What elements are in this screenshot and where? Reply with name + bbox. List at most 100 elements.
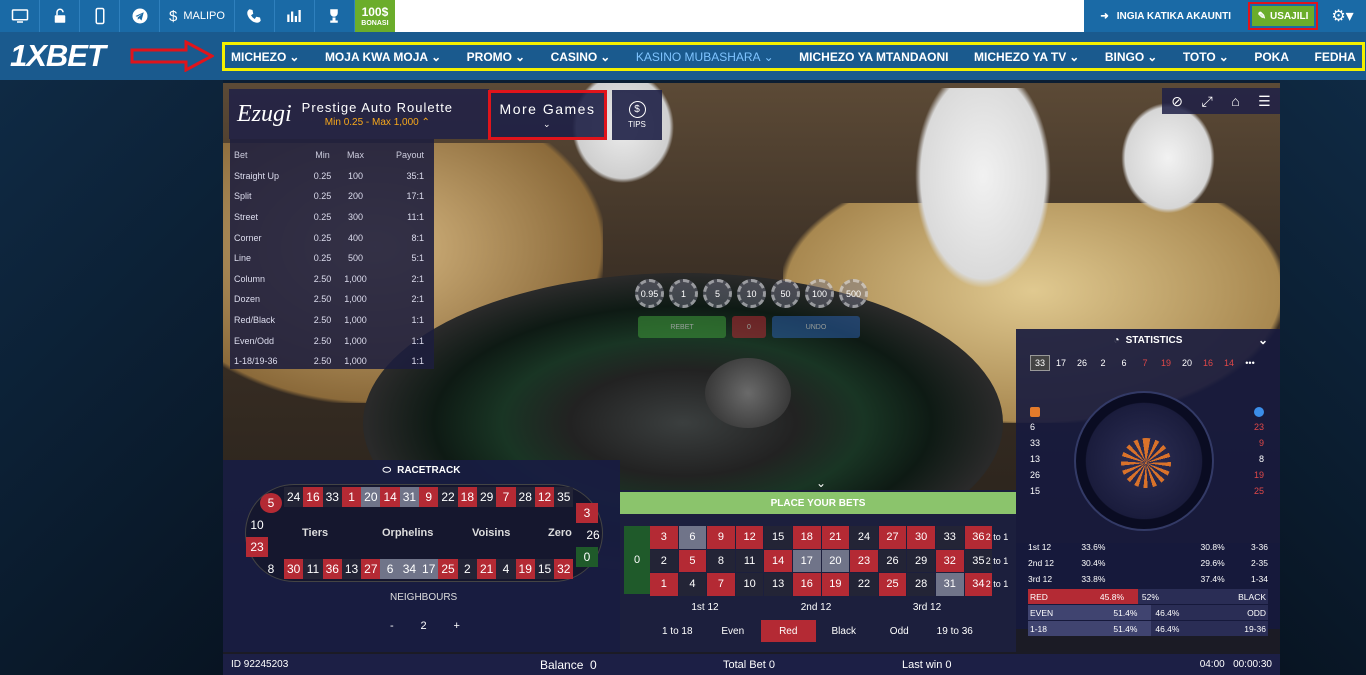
bet-number[interactable]: 31	[935, 573, 964, 596]
racetrack-number[interactable]: 17	[419, 559, 439, 579]
racetrack-number[interactable]: 4	[496, 559, 516, 579]
menu-icon[interactable]: ☰	[1258, 93, 1271, 110]
bet-black[interactable]: Black	[816, 620, 871, 642]
column-bet[interactable]: 2 to 1	[982, 573, 1012, 596]
racetrack-number[interactable]: 5	[260, 493, 282, 513]
bet-number[interactable]: 5	[678, 549, 707, 573]
chip-50[interactable]: 50	[771, 279, 800, 308]
nav-item-casino[interactable]: CASINO ⌄	[551, 50, 611, 64]
racetrack-number[interactable]: 30	[284, 559, 304, 579]
trophy-icon[interactable]	[315, 0, 355, 32]
racetrack-number[interactable]: 18	[457, 487, 477, 507]
nav-item-bingo[interactable]: BINGO ⌄	[1105, 50, 1157, 64]
bet-red[interactable]: Red	[761, 620, 816, 642]
rebet-button[interactable]: REBET	[638, 316, 726, 338]
bonus-button[interactable]: 100$ BONASI	[354, 0, 395, 32]
racetrack-number[interactable]: 29	[476, 487, 497, 507]
nav-item-fedha[interactable]: FEDHA	[1315, 50, 1356, 64]
chip-500[interactable]: 500	[839, 279, 868, 308]
statistics-header[interactable]: ◔ STATISTICS ⌄	[1016, 329, 1280, 351]
neighbours-plus-button[interactable]: +	[454, 620, 460, 632]
more-icon[interactable]: •••	[1240, 355, 1260, 371]
racetrack-number[interactable]: 31	[399, 487, 420, 507]
neighbours-minus-button[interactable]: -	[390, 620, 394, 632]
nav-item-michezo[interactable]: MICHEZO ⌄	[231, 50, 299, 64]
column-bet[interactable]: 2 to 1	[982, 550, 1012, 573]
chip-5[interactable]: 5	[703, 279, 732, 308]
chevron-down-icon[interactable]: ⌄	[816, 476, 826, 490]
racetrack-number[interactable]: 12	[534, 487, 555, 507]
racetrack-number[interactable]: 2	[457, 559, 477, 579]
section-voisins[interactable]: Voisins	[472, 527, 510, 539]
bet-number[interactable]: 3	[650, 526, 678, 549]
nav-item-promo[interactable]: PROMO ⌄	[467, 50, 525, 64]
settings-gear-icon[interactable]: ⚙▾	[1319, 0, 1366, 32]
racetrack-number[interactable]: 35	[554, 487, 574, 507]
bet-number[interactable]: 13	[764, 573, 792, 596]
section-orphelins[interactable]: Orphelins	[382, 527, 433, 539]
bet-number[interactable]: 24	[850, 526, 878, 549]
racetrack-number[interactable]: 14	[380, 487, 400, 507]
bet-number[interactable]: 17	[792, 549, 821, 573]
racetrack-number[interactable]: 0	[576, 547, 598, 567]
home-icon[interactable]: ⌂	[1231, 93, 1239, 109]
racetrack-number[interactable]: 21	[476, 559, 497, 579]
phone-icon[interactable]	[235, 0, 275, 32]
racetrack-number[interactable]: 16	[303, 487, 323, 507]
bet-number[interactable]: 25	[878, 573, 907, 596]
nav-item-moja-kwa-moja[interactable]: MOJA KWA MOJA ⌄	[325, 50, 441, 64]
bet-number[interactable]: 19	[821, 573, 850, 596]
racetrack-number[interactable]: 26	[582, 525, 604, 545]
desktop-icon[interactable]	[0, 0, 40, 32]
chip-0.95[interactable]: 0.95	[635, 279, 664, 308]
bet-number[interactable]: 33	[935, 526, 964, 549]
dozen-bet-3rd[interactable]: 3rd 12	[872, 596, 982, 618]
lock-icon[interactable]	[40, 0, 80, 32]
mute-icon[interactable]: ⊘	[1171, 93, 1183, 110]
bet-number[interactable]: 2	[650, 549, 678, 573]
racetrack-number[interactable]: 6	[380, 559, 400, 579]
racetrack-number[interactable]: 25	[438, 559, 458, 579]
racetrack-number[interactable]: 15	[534, 559, 555, 579]
racetrack-number[interactable]: 3	[576, 503, 598, 523]
chip-1[interactable]: 1	[669, 279, 698, 308]
racetrack-number[interactable]: 27	[361, 559, 381, 579]
racetrack-number[interactable]: 20	[361, 487, 381, 507]
fullscreen-icon[interactable]: ⤢	[1201, 93, 1212, 110]
racetrack-number[interactable]: 23	[246, 537, 268, 557]
section-zero[interactable]: Zero	[548, 527, 572, 539]
bet-number[interactable]: 26	[878, 549, 907, 573]
bet-number[interactable]: 7	[707, 573, 735, 596]
bet-number[interactable]: 4	[678, 573, 707, 596]
bet-number[interactable]: 9	[707, 526, 735, 549]
bet-19-to-36[interactable]: 19 to 36	[927, 620, 982, 642]
register-button[interactable]: ✎ USAJILI	[1251, 6, 1315, 26]
site-logo[interactable]: 1XBET	[10, 38, 106, 74]
bet-number[interactable]: 6	[678, 526, 707, 549]
racetrack-number[interactable]: 34	[399, 559, 420, 579]
telegram-icon[interactable]	[120, 0, 160, 32]
bet-even[interactable]: Even	[705, 620, 760, 642]
chip-100[interactable]: 100	[805, 279, 834, 308]
racetrack-number[interactable]: 11	[303, 559, 323, 579]
bet-number[interactable]: 29	[907, 549, 935, 573]
bet-number[interactable]: 32	[935, 549, 964, 573]
bet-number[interactable]: 20	[821, 549, 850, 573]
racetrack-number[interactable]: 36	[322, 559, 342, 579]
game-info[interactable]: Prestige Auto Roulette Min 0.25 - Max 1,…	[302, 100, 453, 128]
nav-item-kasino-mubashara[interactable]: KASINO MUBASHARA ⌄	[636, 50, 774, 64]
bet-number[interactable]: 10	[735, 573, 764, 596]
statistics-icon[interactable]	[275, 0, 315, 32]
bet-number[interactable]: 15	[764, 526, 792, 549]
bet-number[interactable]: 14	[764, 549, 792, 573]
bet-number[interactable]: 28	[907, 573, 935, 596]
chip-10[interactable]: 10	[737, 279, 766, 308]
column-bet[interactable]: 2 to 1	[982, 526, 1012, 549]
nav-item-toto[interactable]: TOTO ⌄	[1183, 50, 1229, 64]
section-tiers[interactable]: Tiers	[302, 527, 328, 539]
bet-number[interactable]: 8	[707, 549, 735, 573]
racetrack-number[interactable]: 28	[515, 487, 535, 507]
racetrack-number[interactable]: 22	[438, 487, 458, 507]
mobile-icon[interactable]	[80, 0, 120, 32]
dozen-bet-1st[interactable]: 1st 12	[650, 596, 760, 618]
